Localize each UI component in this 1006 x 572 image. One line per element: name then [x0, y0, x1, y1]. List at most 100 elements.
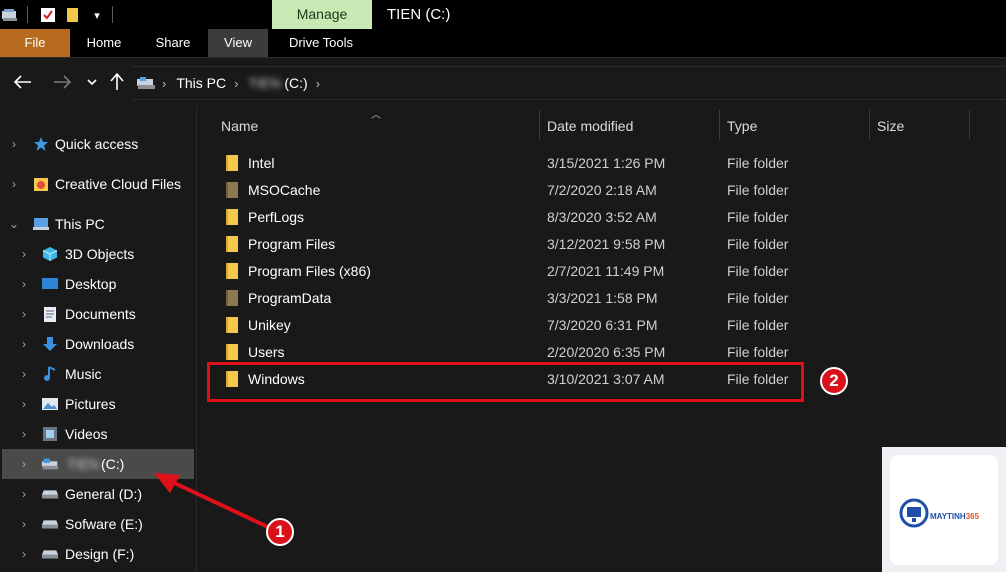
- file-name: ProgramData: [248, 290, 332, 306]
- file-date: 2/7/2021 11:49 PM: [547, 263, 665, 279]
- chevron-right-icon[interactable]: ›: [18, 547, 30, 561]
- column-divider[interactable]: [869, 110, 870, 140]
- file-name: PerfLogs: [248, 209, 305, 225]
- column-header-date-modified[interactable]: Date modified: [547, 114, 633, 138]
- chevron-right-icon[interactable]: ›: [18, 517, 30, 531]
- chevron-down-icon: [87, 79, 97, 86]
- video-icon: [41, 425, 59, 443]
- column-header-type[interactable]: Type: [727, 114, 757, 138]
- file-type: File folder: [727, 155, 789, 171]
- file-row[interactable]: Intel 3/15/2021 1:26 PM File folder: [205, 150, 805, 177]
- nav-item-3d-objects[interactable]: › 3D Objects: [0, 239, 196, 269]
- monitor-logo-icon: [899, 498, 929, 528]
- chevron-right-icon[interactable]: ›: [18, 367, 30, 381]
- chevron-right-icon[interactable]: ›: [8, 177, 20, 191]
- up-button[interactable]: [105, 68, 129, 96]
- file-name: Program Files: [248, 236, 336, 252]
- column-divider[interactable]: [719, 110, 720, 140]
- nav-item-pictures[interactable]: › Pictures: [0, 389, 196, 419]
- file-row[interactable]: Program Files (x86) 2/7/2021 11:49 PM Fi…: [205, 258, 805, 285]
- nav-item-drive-f[interactable]: › Design (F:): [0, 539, 196, 569]
- chevron-right-icon[interactable]: ›: [18, 427, 30, 441]
- file-date: 7/2/2020 2:18 AM: [547, 182, 657, 198]
- title-bar: [0, 0, 1006, 29]
- folder-icon: [226, 155, 238, 171]
- creative-cloud-icon: [32, 175, 50, 193]
- column-header-name[interactable]: Name: [221, 114, 258, 138]
- explorer-app-icon[interactable]: [1, 6, 19, 24]
- drive-icon: [41, 545, 59, 563]
- nav-item-this-pc[interactable]: ⌄ This PC: [0, 209, 196, 239]
- folder-hidden-icon: [226, 290, 238, 306]
- tab-home[interactable]: Home: [74, 29, 134, 57]
- nav-item-music[interactable]: › Music: [0, 359, 196, 389]
- back-button[interactable]: [10, 68, 36, 96]
- column-divider[interactable]: [539, 110, 540, 140]
- breadcrumb-drive-letter[interactable]: (C:): [284, 75, 307, 91]
- folder-icon: [226, 263, 238, 279]
- breadcrumb-separator-icon: ›: [234, 75, 239, 91]
- folder-icon: [226, 317, 238, 333]
- breadcrumb-separator-icon: ›: [315, 75, 321, 91]
- back-arrow-icon: [14, 75, 31, 89]
- breadcrumb-this-pc[interactable]: This PC: [176, 75, 226, 91]
- nav-item-desktop[interactable]: › Desktop: [0, 269, 196, 299]
- file-name: MSOCache: [248, 182, 321, 198]
- windows-drive-icon: [41, 455, 59, 473]
- manage-context-tab[interactable]: Manage: [272, 0, 372, 29]
- sort-ascending-icon: ︿: [371, 110, 381, 121]
- computer-icon: [32, 215, 50, 233]
- tab-file[interactable]: File: [0, 29, 70, 57]
- properties-icon[interactable]: [39, 6, 57, 24]
- chevron-right-icon[interactable]: ›: [18, 457, 30, 471]
- step-badge-2: 2: [820, 367, 848, 395]
- address-bar[interactable]: › This PC › TIEN (C:) ›: [132, 66, 1006, 100]
- file-date: 3/15/2021 1:26 PM: [547, 155, 666, 171]
- logo-panel: MAYTINH365: [890, 455, 998, 565]
- annotation-arrow-icon: [154, 473, 269, 529]
- nav-item-downloads[interactable]: › Downloads: [0, 329, 196, 359]
- picture-icon: [41, 395, 59, 413]
- column-header-size[interactable]: Size: [877, 114, 904, 138]
- file-name: Program Files (x86): [248, 263, 371, 279]
- chevron-right-icon[interactable]: ›: [8, 137, 20, 151]
- folder-icon: [226, 344, 238, 360]
- folder-icon: [226, 236, 238, 252]
- drive-icon: [136, 76, 156, 90]
- new-folder-icon[interactable]: [64, 6, 82, 24]
- file-row[interactable]: Unikey 7/3/2020 6:31 PM File folder: [205, 312, 805, 339]
- chevron-right-icon[interactable]: ›: [18, 397, 30, 411]
- toolbar-divider: [27, 6, 28, 23]
- file-date: 3/3/2021 1:58 PM: [547, 290, 658, 306]
- watermark-logo: MAYTINH365: [882, 447, 1006, 572]
- nav-item-creative-cloud-files[interactable]: › Creative Cloud Files: [0, 169, 196, 199]
- file-row[interactable]: ProgramData 3/3/2021 1:58 PM File folder: [205, 285, 805, 312]
- chevron-right-icon[interactable]: ›: [18, 337, 30, 351]
- recent-locations-button[interactable]: [80, 68, 104, 96]
- chevron-right-icon[interactable]: ›: [18, 487, 30, 501]
- file-date: 7/3/2020 6:31 PM: [547, 317, 658, 333]
- file-name: Intel: [248, 155, 275, 171]
- tab-view[interactable]: View: [208, 29, 268, 57]
- file-type: File folder: [727, 317, 789, 333]
- file-row[interactable]: PerfLogs 8/3/2020 3:52 AM File folder: [205, 204, 805, 231]
- tab-drive-tools[interactable]: Drive Tools: [274, 29, 368, 57]
- chevron-right-icon[interactable]: ›: [18, 277, 30, 291]
- customize-toolbar-chevron-icon[interactable]: ▾: [88, 6, 106, 24]
- chevron-right-icon[interactable]: ›: [18, 307, 30, 321]
- nav-item-quick-access[interactable]: › Quick access: [0, 129, 196, 159]
- forward-button[interactable]: [49, 68, 75, 96]
- nav-item-videos[interactable]: › Videos: [0, 419, 196, 449]
- chevron-down-icon[interactable]: ⌄: [8, 217, 20, 231]
- chevron-right-icon[interactable]: ›: [18, 247, 30, 261]
- highlight-box-windows: [207, 362, 804, 402]
- file-row[interactable]: Program Files 3/12/2021 9:58 PM File fol…: [205, 231, 805, 258]
- nav-item-documents[interactable]: › Documents: [0, 299, 196, 329]
- file-row[interactable]: MSOCache 7/2/2020 2:18 AM File folder: [205, 177, 805, 204]
- column-divider[interactable]: [969, 110, 970, 140]
- up-arrow-icon: [110, 73, 124, 90]
- tab-share[interactable]: Share: [142, 29, 204, 57]
- breadcrumb-drive-name[interactable]: TIEN: [248, 75, 280, 91]
- file-type: File folder: [727, 236, 789, 252]
- breadcrumb-separator-icon: ›: [162, 75, 167, 91]
